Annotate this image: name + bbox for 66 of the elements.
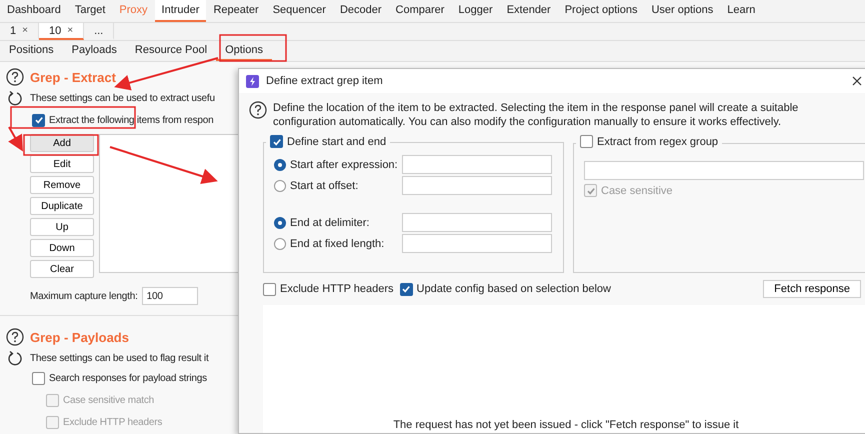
- regex-group-checkbox[interactable]: Extract from regex group: [580, 135, 718, 148]
- list-action-button[interactable]: Edit: [30, 155, 94, 173]
- response-message: The request has not yet been issued - click "Fetch response" to issue it: [393, 419, 739, 431]
- annotation-arrow: [8, 126, 23, 152]
- radio-button[interactable]: Start at offset:: [274, 180, 398, 192]
- checkmark-icon: [586, 186, 596, 196]
- define-start-end-checkbox[interactable]: Define start and end: [270, 135, 386, 148]
- refresh-icon: [6, 89, 24, 107]
- list-action-button[interactable]: Up: [30, 218, 94, 236]
- sub-tab[interactable]: Payloads: [62, 41, 126, 61]
- radio-button[interactable]: Start after expression:: [274, 158, 398, 170]
- menu-tab[interactable]: Comparer: [388, 0, 452, 22]
- option-checkbox[interactable]: Update config based on selection below: [400, 282, 611, 296]
- text-field[interactable]: [402, 155, 552, 174]
- extract-items-list[interactable]: [99, 134, 241, 273]
- close-tab-button[interactable]: ×: [22, 25, 28, 36]
- section-title: Grep - Extract: [30, 70, 116, 84]
- dialog-title: Define extract grep item: [266, 75, 384, 87]
- refresh-icon: [6, 349, 24, 367]
- field-label: Maximum capture length:: [30, 290, 138, 302]
- menu-tab[interactable]: Sequencer: [266, 0, 333, 22]
- menu-tab[interactable]: Target: [68, 0, 112, 22]
- radio-button[interactable]: End at fixed length:: [274, 238, 398, 250]
- menu-tab[interactable]: Learn: [720, 0, 762, 22]
- menu-tab[interactable]: Intruder: [154, 0, 206, 22]
- help-icon[interactable]: [6, 328, 24, 346]
- attack-tab[interactable]: 10 ×: [38, 23, 84, 40]
- list-action-button[interactable]: Add: [30, 134, 94, 152]
- list-action-button[interactable]: Down: [30, 239, 94, 257]
- regex-field[interactable]: [584, 161, 864, 180]
- highlight-frame: [219, 34, 287, 62]
- option-checkbox[interactable]: Search responses for payload strings: [32, 372, 207, 385]
- checkmark-icon: [272, 136, 282, 146]
- fetch-response-button[interactable]: Fetch response: [763, 280, 861, 298]
- sub-tab[interactable]: Positions: [0, 41, 63, 61]
- section-description: These settings can be used to extract usefu: [30, 92, 215, 104]
- menu-tab[interactable]: Extender: [500, 0, 558, 22]
- sub-tab[interactable]: Options: [216, 41, 272, 61]
- close-icon[interactable]: [852, 76, 862, 86]
- radio-button[interactable]: End at delimiter:: [274, 216, 398, 228]
- menu-tab[interactable]: Decoder: [332, 0, 389, 22]
- menu-tab[interactable]: Repeater: [206, 0, 266, 22]
- text-field[interactable]: [402, 234, 552, 253]
- list-action-button[interactable]: Clear: [30, 260, 94, 278]
- menu-tab[interactable]: Logger: [451, 0, 500, 22]
- list-action-button[interactable]: Remove: [30, 176, 94, 194]
- new-tab-button[interactable]: ...: [84, 23, 114, 40]
- sub-tab[interactable]: Resource Pool: [126, 41, 216, 61]
- app-icon: [246, 74, 259, 88]
- menu-tab[interactable]: Project options: [558, 0, 644, 22]
- option-checkbox[interactable]: Exclude HTTP headers: [263, 282, 394, 296]
- list-action-button[interactable]: Duplicate: [30, 197, 94, 215]
- max-capture-field[interactable]: 100: [142, 287, 198, 305]
- menu-tab[interactable]: User options: [644, 0, 720, 22]
- help-icon[interactable]: [6, 68, 24, 86]
- help-icon[interactable]: [249, 101, 267, 119]
- checkmark-icon: [34, 115, 44, 125]
- checkmark-icon: [401, 284, 412, 294]
- dialog-description: Define the location of the item to be extracted. Selecting the item in the response panel will create a suitable configuration automatically. You can also modify the configuration manually to ensure it works effectively.: [273, 101, 800, 129]
- text-field[interactable]: [402, 213, 552, 232]
- section-description: These settings can be used to flag result it: [30, 352, 209, 364]
- menu-tab[interactable]: Dashboard: [0, 0, 68, 22]
- text-field[interactable]: [402, 176, 552, 195]
- close-tab-button[interactable]: ×: [67, 25, 74, 36]
- section-title: Grep - Payloads: [30, 330, 129, 344]
- extract-items-checkbox[interactable]: Extract the following items from respon: [32, 114, 214, 126]
